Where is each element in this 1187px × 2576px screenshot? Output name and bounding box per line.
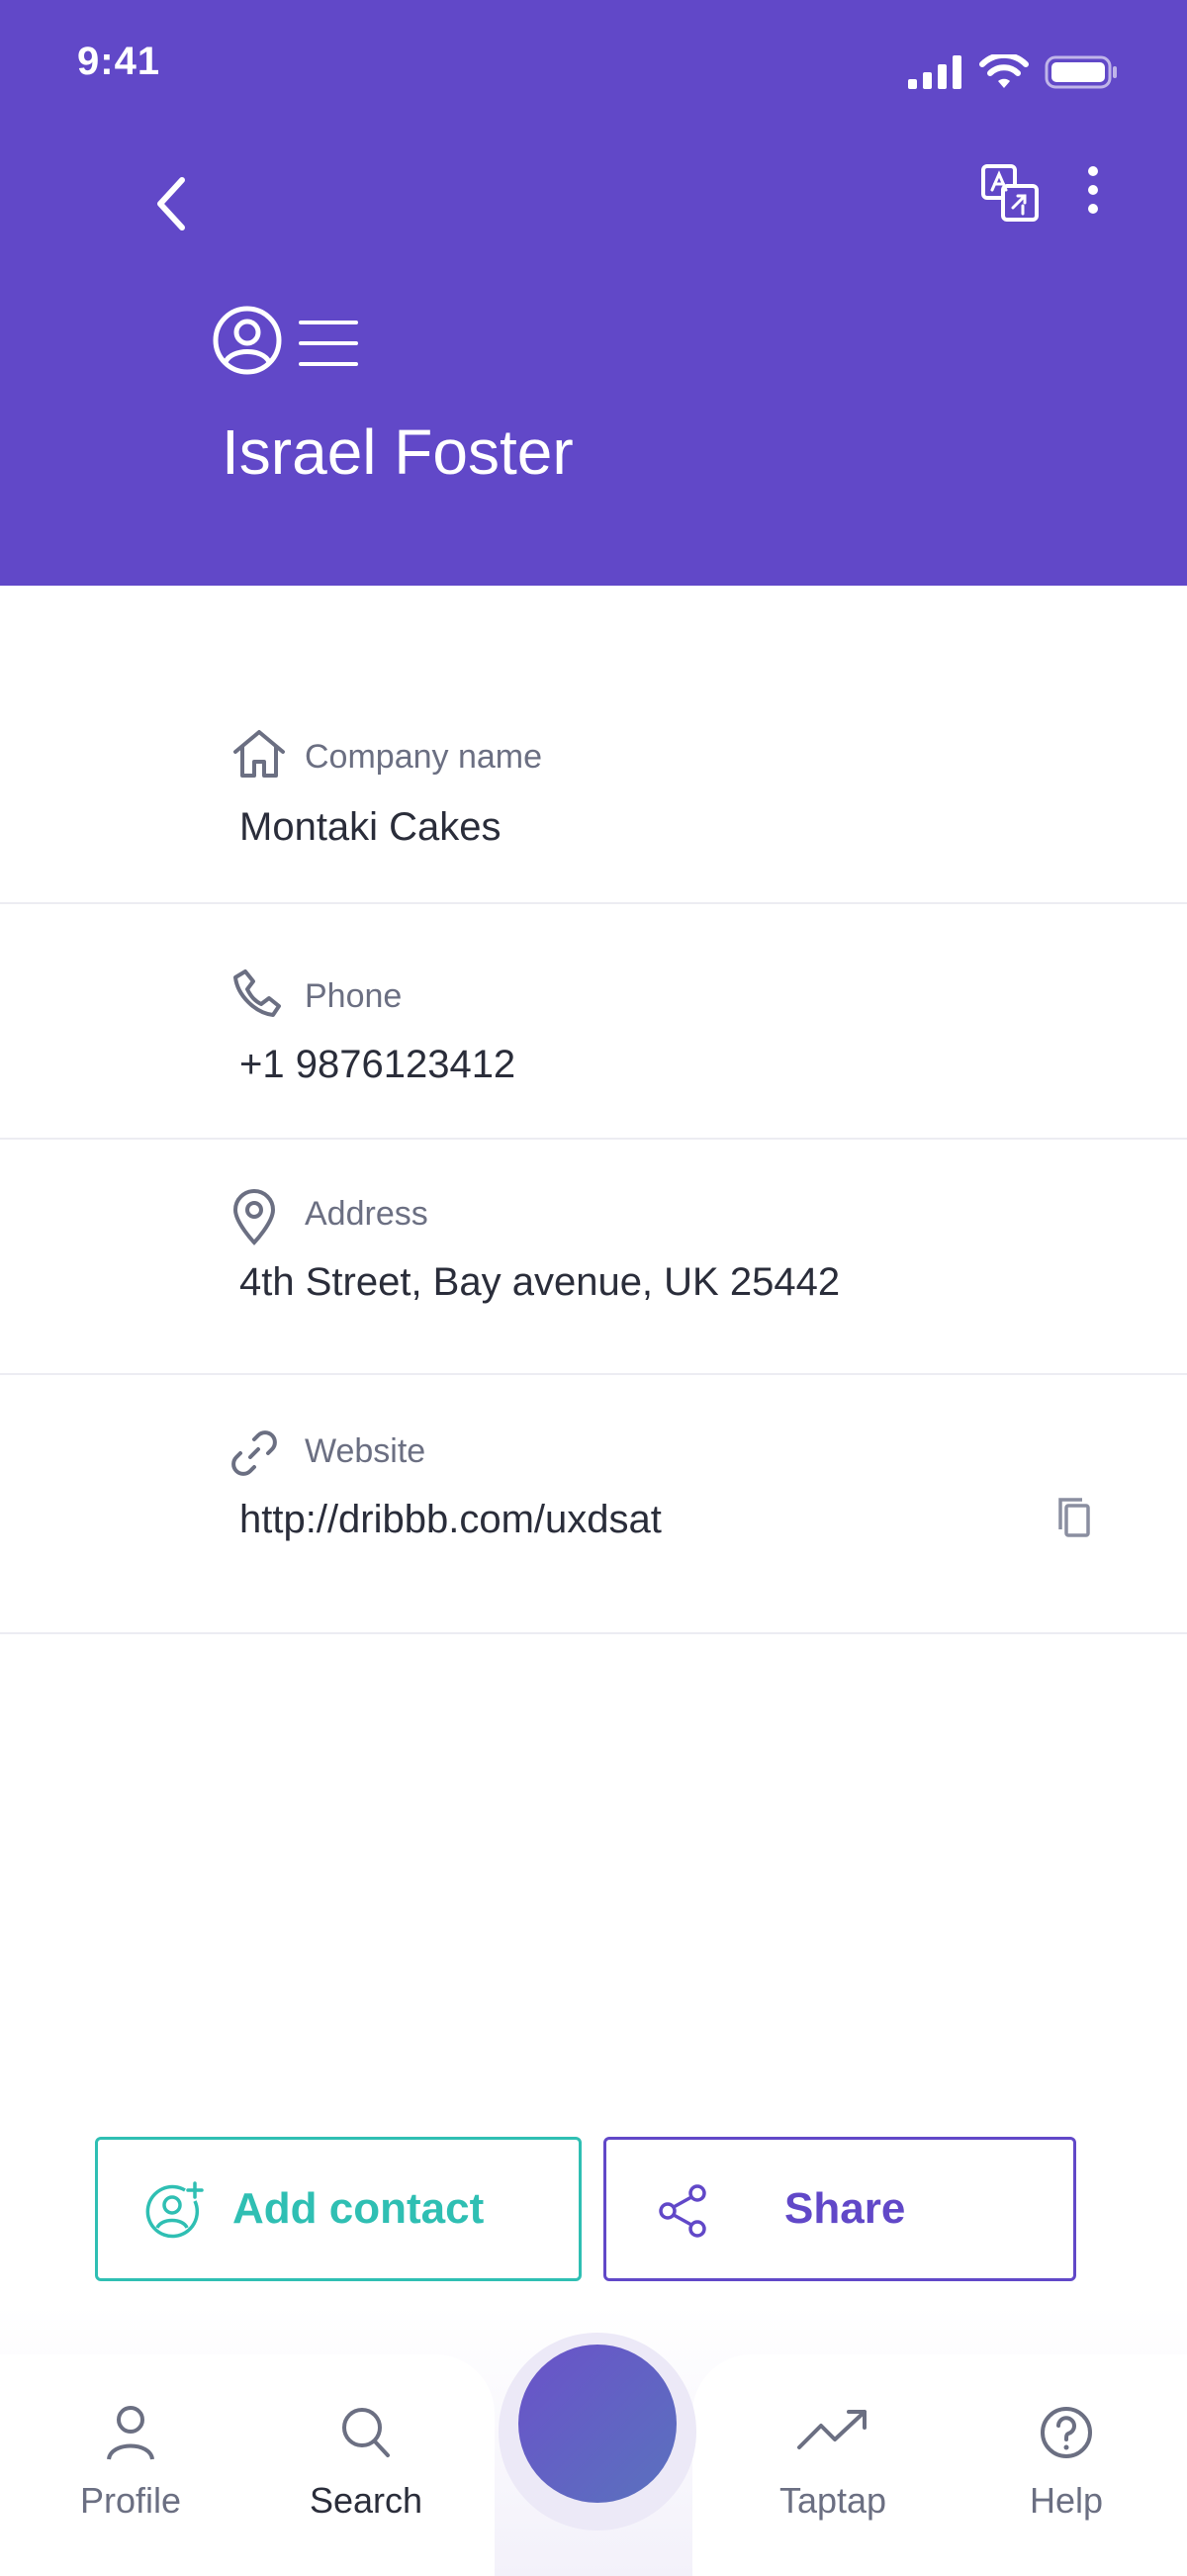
nav-profile[interactable]: Profile [42,2404,220,2522]
status-icons [908,49,1118,95]
map-pin-icon [232,1189,276,1245]
nav-taptap[interactable]: Taptap [744,2404,922,2522]
contact-name: Israel Foster [222,416,574,488]
add-contact-button[interactable]: Add contact [95,2137,582,2281]
person-icon [107,2406,154,2460]
nav-help[interactable]: Help [977,2404,1155,2522]
phone-icon [233,969,281,1017]
address-field[interactable]: Address 4th Street, Bay avenue, UK 25442 [0,1140,1187,1375]
nav-search-label: Search [309,2480,423,2521]
home-icon [233,730,285,778]
add-contact-label: Add contact [232,2184,485,2233]
website-value[interactable]: http://dribbb.com/uxdsat [239,1498,662,1542]
website-field[interactable]: Website http://dribbb.com/uxdsat [0,1375,1187,1634]
nav-search[interactable]: Search [277,2404,455,2522]
share-button[interactable]: Share [603,2137,1076,2281]
signal-icon [908,55,961,89]
company-field: Company name Montaki Cakes [0,586,1187,904]
company-label: Company name [305,738,543,776]
back-arrow-icon[interactable] [148,174,198,233]
phone-value: +1 9876123412 [239,1043,516,1086]
help-icon [1041,2407,1092,2458]
translate-icon[interactable] [979,162,1043,226]
phone-label: Phone [305,977,403,1015]
more-vertical-icon[interactable] [1080,164,1106,216]
center-action-button[interactable] [518,2345,677,2503]
website-label: Website [305,1432,426,1470]
account-circle-icon [213,306,282,375]
copy-icon[interactable] [1054,1496,1094,1539]
nav-taptap-label: Taptap [778,2480,887,2521]
share-icon [659,2184,706,2238]
company-value: Montaki Cakes [239,805,502,849]
link-icon [231,1430,277,1476]
trending-up-icon [797,2410,867,2449]
address-label: Address [305,1195,428,1233]
address-value: 4th Street, Bay avenue, UK 25442 [239,1260,841,1304]
contact-header: 9:41 Israel Foster [0,0,1187,586]
battery-icon [1045,55,1117,89]
status-time: 9:41 [77,40,161,83]
nav-help-label: Help [1029,2480,1104,2521]
search-icon [342,2408,390,2457]
phone-field[interactable]: Phone +1 9876123412 [0,904,1187,1140]
wifi-icon [979,54,1029,88]
add-person-icon [145,2181,204,2239]
nav-profile-label: Profile [79,2480,182,2521]
menu-icon [299,321,358,366]
share-label: Share [784,2184,906,2233]
